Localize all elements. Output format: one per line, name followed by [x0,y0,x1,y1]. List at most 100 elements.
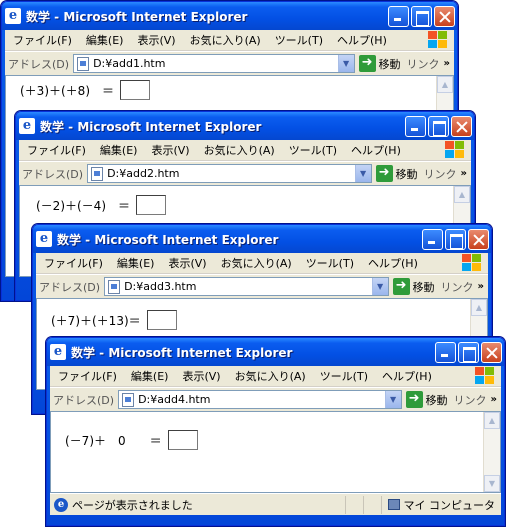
scroll-up-button[interactable]: ▲ [484,412,500,429]
vertical-scrollbar[interactable]: ▲ ▼ [483,412,500,492]
window-body: ファイル(F) 編集(E) 表示(V) お気に入り(A) ツール(T) ヘルプ(… [50,366,501,515]
menu-edit[interactable]: 編集(E) [86,32,124,48]
answer-input[interactable] [146,310,177,330]
address-input[interactable]: D:¥add4.htm ▼ [118,390,402,409]
address-label: アドレス(D) [39,280,101,294]
green-arrow-icon: ➜ [392,278,410,295]
ie-icon: e [36,231,52,247]
close-button[interactable] [481,341,502,363]
menu-favorites[interactable]: お気に入り(A) [235,368,306,384]
scroll-up-button[interactable]: ▲ [471,299,487,316]
title-bar[interactable]: e 数学 - Microsoft Internet Explorer [16,112,474,140]
address-label: アドレス(D) [53,393,115,407]
maximize-button[interactable] [445,228,466,250]
security-zone: マイ コンピュータ [381,495,501,514]
window-title: 数学 - Microsoft Internet Explorer [26,9,248,24]
ie-icon: e [50,344,66,360]
page-icon [108,279,121,294]
menu-help[interactable]: ヘルプ(H) [337,32,387,48]
menu-file[interactable]: ファイル(F) [13,32,72,48]
menu-file[interactable]: ファイル(F) [27,142,86,158]
expression-text: (＋7)＋(＋13)＝ [51,313,141,328]
menu-tools[interactable]: ツール(T) [275,32,323,48]
maximize-button[interactable] [458,341,479,363]
address-dropdown-button[interactable]: ▼ [384,391,401,408]
address-input[interactable]: D:¥add3.htm ▼ [104,277,389,296]
menu-view[interactable]: 表示(V) [182,368,220,384]
maximize-button[interactable] [411,5,432,27]
menu-help[interactable]: ヘルプ(H) [351,142,401,158]
links-button[interactable]: リンク [424,166,457,182]
menu-view[interactable]: 表示(V) [168,255,206,271]
maximize-button[interactable] [428,115,449,137]
title-bar[interactable]: e 数学 - Microsoft Internet Explorer [47,338,504,366]
address-input[interactable]: D:¥add1.htm ▼ [73,54,355,73]
chevron-icon[interactable]: » [444,58,450,69]
menu-file[interactable]: ファイル(F) [58,368,117,384]
answer-input[interactable] [167,430,198,450]
answer-input[interactable] [120,80,150,100]
minimize-button[interactable] [405,115,426,137]
go-label: 移動 [395,167,418,181]
chevron-icon[interactable]: » [461,168,467,179]
desktop: e 数学 - Microsoft Internet Explorer ファイル(… [0,0,510,530]
close-button[interactable] [468,228,489,250]
menu-favorites[interactable]: お気に入り(A) [190,32,261,48]
menu-edit[interactable]: 編集(E) [117,255,155,271]
title-bar[interactable]: e 数学 - Microsoft Internet Explorer [2,2,457,30]
menu-edit[interactable]: 編集(E) [100,142,138,158]
address-bar: アドレス(D) D:¥add2.htm ▼ ➜ 移動 リンク » [19,161,471,185]
scroll-up-button[interactable]: ▲ [454,186,470,203]
chevron-icon[interactable]: » [491,394,497,405]
windows-flag-icon [462,254,482,272]
links-button[interactable]: リンク [454,392,487,408]
minimize-button[interactable] [422,228,443,250]
scroll-up-button[interactable]: ▲ [437,76,453,93]
menu-tools[interactable]: ツール(T) [306,255,354,271]
windows-flag-icon [475,367,495,385]
address-value[interactable]: D:¥add1.htm [93,57,337,70]
address-dropdown-button[interactable]: ▼ [337,55,354,72]
address-dropdown-button[interactable]: ▼ [371,278,388,295]
links-button[interactable]: リンク [407,56,440,72]
menu-view[interactable]: 表示(V) [151,142,189,158]
menu-tools[interactable]: ツール(T) [289,142,337,158]
address-label: アドレス(D) [22,167,84,181]
address-input[interactable]: D:¥add2.htm ▼ [87,164,372,183]
menu-favorites[interactable]: お気に入り(A) [221,255,292,271]
minimize-button[interactable] [435,341,456,363]
menu-favorites[interactable]: お気に入り(A) [204,142,275,158]
go-button[interactable]: ➜ 移動 [392,278,435,295]
go-button[interactable]: ➜ 移動 [405,391,448,408]
links-button[interactable]: リンク [441,279,474,295]
menu-help[interactable]: ヘルプ(H) [382,368,432,384]
menu-tools[interactable]: ツール(T) [320,368,368,384]
close-button[interactable] [451,115,472,137]
address-bar: アドレス(D) D:¥add4.htm ▼ ➜ 移動 リンク » [50,387,501,411]
menu-view[interactable]: 表示(V) [137,32,175,48]
chevron-icon[interactable]: » [478,281,484,292]
menu-help[interactable]: ヘルプ(H) [368,255,418,271]
answer-input[interactable] [136,195,166,215]
close-button[interactable] [434,5,455,27]
menu-file[interactable]: ファイル(F) [44,255,103,271]
minimize-button[interactable] [388,5,409,27]
scroll-down-button[interactable]: ▼ [484,475,500,492]
status-text: ページが表示されました [72,498,193,512]
status-cell [363,495,381,514]
go-button[interactable]: ➜ 移動 [375,165,418,182]
menu-bar: ファイル(F) 編集(E) 表示(V) お気に入り(A) ツール(T) ヘルプ(… [19,140,471,161]
address-value[interactable]: D:¥add4.htm [138,393,384,406]
go-button[interactable]: ➜ 移動 [358,55,401,72]
address-dropdown-button[interactable]: ▼ [354,165,371,182]
address-value[interactable]: D:¥add3.htm [124,280,371,293]
address-value[interactable]: D:¥add2.htm [107,167,354,180]
browser-window-4[interactable]: e 数学 - Microsoft Internet Explorer ファイル(… [46,337,505,526]
page-icon [77,56,90,71]
window-title: 数学 - Microsoft Internet Explorer [71,345,293,360]
menu-edit[interactable]: 編集(E) [131,368,169,384]
title-bar[interactable]: e 数学 - Microsoft Internet Explorer [33,225,491,253]
ie-icon: e [19,118,35,134]
page-icon [122,392,135,407]
zone-label: マイ コンピュータ [403,498,496,512]
